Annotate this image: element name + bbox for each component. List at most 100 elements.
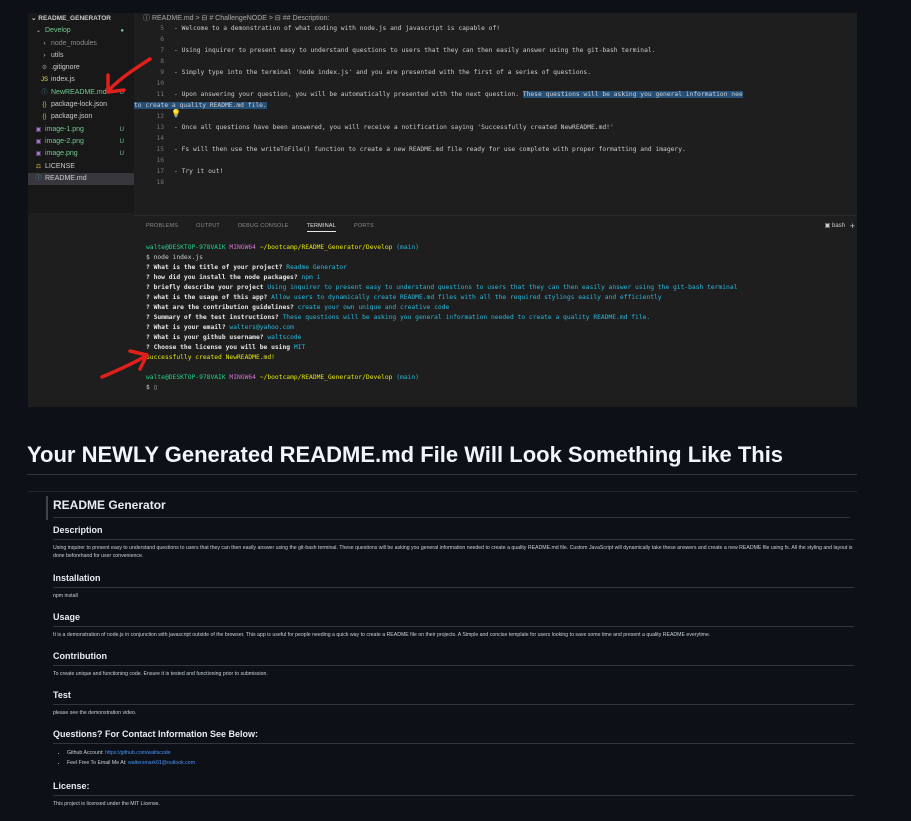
code-line[interactable]: 5 - Welcome to a demonstration of what co… — [134, 23, 857, 34]
explorer-item[interactable]: JS index.js — [28, 74, 134, 86]
code-line[interactable]: 8 — [134, 56, 857, 67]
terminal-question: ? What are the contribution guidelines? — [146, 304, 294, 311]
terminal-question: ? Choose the license you will be using — [146, 344, 291, 351]
list-item: Github Account: https://github.com/walts… — [67, 748, 854, 758]
line-number: 10 — [156, 80, 164, 87]
line-number: 11 — [156, 91, 164, 98]
code-text: - Simply type into the terminal 'node in… — [174, 69, 592, 76]
tab-output[interactable]: OUTPUT — [196, 223, 220, 229]
code-line[interactable]: 14 — [134, 133, 857, 144]
installation-text: npm install — [53, 593, 78, 599]
contact-list: Github Account: https://github.com/walts… — [53, 748, 854, 768]
explorer-item-label: package-lock.json — [51, 101, 108, 109]
terminal-prompt-line: walte@DESKTOP-978VAIK MINGW64 ~/bootcamp… — [146, 244, 419, 251]
git-status-badge: U — [119, 138, 124, 145]
code-line[interactable]: 15 - Fs will then use the writeToFile() f… — [134, 144, 857, 155]
code-line[interactable]: 17 - Try it out! — [134, 166, 857, 177]
explorer-item[interactable]: ▣ image-2.png U — [28, 136, 134, 148]
email-link[interactable]: waltersmark01@outlook.com — [128, 760, 195, 766]
terminal-shell-label[interactable]: ▣ bash — [825, 216, 845, 236]
questions-section: Questions? For Contact Information See B… — [53, 727, 854, 768]
explorer-item[interactable]: {} package-lock.json — [28, 99, 134, 111]
explorer-item[interactable]: › utils — [28, 50, 134, 62]
github-link[interactable]: https://github.com/waltscode — [105, 750, 170, 756]
terminal-command: $ node index.js — [146, 254, 203, 261]
terminal-qa-line: ? briefly describe your project Using in… — [134, 283, 857, 293]
line-number: 9 — [160, 69, 164, 76]
terminal-question: ? how did you install the node packages? — [146, 274, 298, 281]
line-number: 12 — [156, 113, 164, 120]
usage-section: Usage It is a demonstration of node.js i… — [53, 610, 854, 639]
code-text: - Upon answering your question, you will… — [174, 91, 523, 98]
terminal-answer: These questions will be asking you gener… — [282, 314, 651, 321]
terminal-qa-line: ? What are the contribution guidelines? … — [134, 303, 857, 313]
terminal-qa-line: ? What is your github username? waltscod… — [134, 333, 857, 343]
gear-icon: ⚙ — [41, 65, 48, 72]
license-icon: ⚖ — [35, 163, 42, 170]
contribution-section: Contribution To create unique and functi… — [53, 649, 854, 678]
terminal-question: ? Summary of the test instructions? — [146, 314, 279, 321]
readme-title: README Generator — [53, 495, 850, 518]
explorer-item[interactable]: ▣ image.png U — [28, 148, 134, 160]
explorer-item-label: image-2.png — [45, 137, 84, 145]
line-number: 17 — [156, 168, 164, 175]
vscode-screenshot: ⌄ README_GENERATOR ⌄ Develop ● › node_module… — [28, 13, 857, 407]
explorer-item-label: LICENSE — [45, 162, 75, 170]
git-status-badge: U — [119, 89, 124, 96]
code-line[interactable]: 9 - Simply type into the terminal 'node i… — [134, 67, 857, 78]
js-icon: JS — [40, 77, 48, 84]
image-icon: ▣ — [35, 138, 42, 145]
chevron-down-icon: ⌄ — [31, 15, 37, 22]
code-line[interactable]: 11 - Upon answering your question, you wi… — [134, 89, 857, 100]
explorer-item-label: image.png — [45, 150, 78, 158]
usage-text: It is a demonstration of node.js in conj… — [53, 632, 711, 638]
code-line[interactable]: 12 — [134, 111, 857, 122]
explorer-item[interactable]: ⓘ NewREADME.md U — [28, 87, 134, 99]
code-line[interactable]: 6 — [134, 34, 857, 45]
test-text: please see the demonstration video. — [53, 710, 137, 716]
explorer-item[interactable]: ▣ image-1.png U — [28, 124, 134, 136]
terminal-answer: create your own unique and creative code — [297, 304, 450, 311]
explorer-root[interactable]: ⌄ README_GENERATOR — [28, 13, 134, 25]
line-number: 5 — [160, 25, 164, 32]
explorer-item-label: package.json — [51, 113, 93, 121]
tab-terminal[interactable]: TERMINAL — [306, 223, 336, 232]
license-section: License: This project is licensed under … — [53, 779, 854, 808]
installation-heading: Installation — [53, 571, 854, 588]
readme-preview-screenshot: README Generator Description Using inqui… — [28, 491, 857, 821]
terminal-answer: waltscode — [267, 334, 302, 341]
terminal-qa-line: ? What is your email? walters@yahoo.com — [134, 323, 857, 333]
tab-ports[interactable]: PORTS — [354, 223, 374, 229]
info-icon: ⓘ — [41, 89, 48, 96]
test-section: Test please see the demonstration video. — [53, 688, 854, 717]
code-line[interactable]: to create a quality README.md file. — [134, 100, 857, 111]
description-heading: Description — [53, 523, 854, 540]
tab-problems[interactable]: PROBLEMS — [146, 223, 178, 229]
lightbulb-icon[interactable]: 💡 — [171, 109, 181, 118]
new-terminal-plus-icon[interactable]: + — [850, 216, 855, 236]
explorer-item[interactable]: ⚖ LICENSE — [28, 161, 134, 173]
chevron-right-icon: › — [43, 40, 46, 47]
explorer-item[interactable]: ⓘ README.md — [28, 172, 134, 186]
tab-debug-console[interactable]: DEBUG CONSOLE — [238, 223, 289, 229]
terminal-icon: ▣ — [824, 223, 831, 229]
code-line[interactable]: 16 — [134, 155, 857, 166]
terminal-qa-line: ? what is the usage of this app? Allow u… — [134, 293, 857, 303]
code-text: - Using inquirer to present easy to unde… — [174, 47, 656, 54]
explorer-item[interactable]: › node_modules — [28, 38, 134, 50]
info-icon: ⓘ — [35, 175, 42, 182]
divider — [46, 496, 48, 520]
explorer-item[interactable]: ⌄ Develop ● — [28, 25, 134, 37]
explorer-item-label: NewREADME.md — [51, 88, 107, 96]
explorer-item[interactable]: {} package.json — [28, 111, 134, 123]
terminal-prompt-line-2: walte@DESKTOP-978VAIK MINGW64 ~/bootcamp… — [146, 374, 419, 381]
code-line[interactable]: 13 - Once all questions have been answere… — [134, 122, 857, 133]
code-line[interactable]: 7 - Using inquirer to present easy to und… — [134, 45, 857, 56]
license-heading: License: — [53, 779, 854, 796]
chevron-down-icon: ⌄ — [35, 28, 42, 35]
code-line[interactable]: 10 — [134, 78, 857, 89]
code-editor[interactable]: 5 - Welcome to a demonstration of what co… — [134, 25, 857, 215]
explorer-item[interactable]: ⚙ .gitignore — [28, 62, 134, 74]
terminal-output[interactable]: walte@DESKTOP-978VAIK MINGW64 ~/bootcamp… — [134, 243, 857, 407]
code-line[interactable]: 18 — [134, 177, 857, 188]
